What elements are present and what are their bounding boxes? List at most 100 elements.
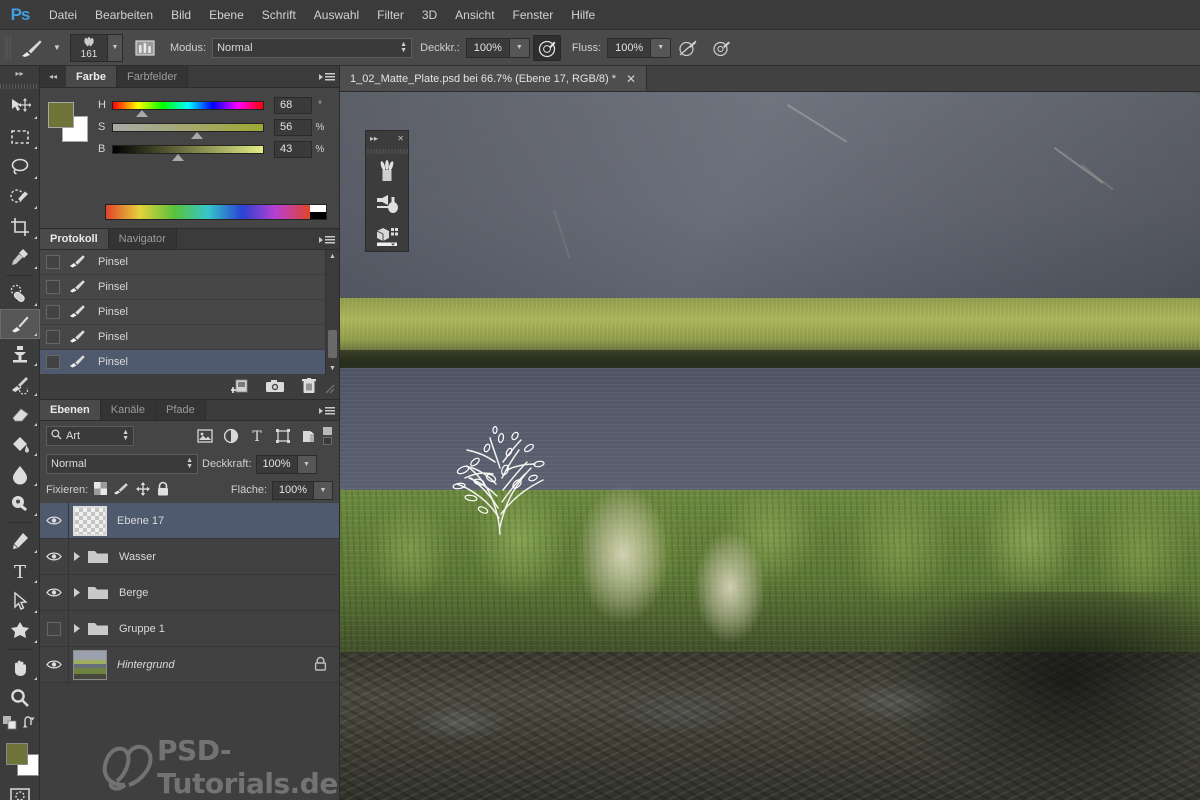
layer-visibility-toggle[interactable] [40, 659, 68, 670]
opacity-value[interactable]: 100% [465, 37, 510, 58]
tool-type[interactable]: T [0, 556, 40, 586]
panel-resize-grip-icon[interactable] [325, 384, 335, 397]
flow-dropdown-arrow-icon[interactable]: ▼ [651, 37, 672, 58]
history-item[interactable]: Pinsel [40, 350, 339, 375]
layer-visibility-toggle[interactable] [40, 515, 68, 526]
hue-slider-track[interactable] [112, 100, 264, 117]
tool-quick-selection[interactable] [0, 182, 40, 212]
tool-paint-bucket[interactable] [0, 429, 40, 459]
airbrush-toggle-button[interactable] [674, 35, 702, 61]
menu-fenster[interactable]: Fenster [504, 0, 563, 30]
image-canvas[interactable]: ▸▸ ✕ [340, 92, 1200, 800]
layer-fill-value[interactable]: 100% [272, 480, 314, 500]
history-scrollbar-thumb[interactable] [328, 330, 337, 358]
menu-filter[interactable]: Filter [368, 0, 413, 30]
history-item[interactable]: Pinsel [40, 250, 339, 275]
history-panel-menu-button[interactable] [319, 229, 335, 251]
history-list[interactable]: Pinsel Pinsel Pinsel Pinsel Pinsel ▲ ▼ [40, 250, 339, 375]
tool-crop[interactable] [0, 212, 40, 242]
layer-name[interactable]: Ebene 17 [117, 515, 164, 527]
history-item[interactable]: Pinsel [40, 275, 339, 300]
foreground-color-swatch[interactable] [6, 743, 28, 765]
menu-bild[interactable]: Bild [162, 0, 200, 30]
tab-pfade[interactable]: Pfade [156, 400, 206, 420]
tab-kanaele[interactable]: Kanäle [100, 400, 156, 420]
tool-healing-brush[interactable] [0, 279, 40, 309]
pressure-size-toggle-button[interactable] [708, 35, 736, 61]
layer-opacity-dropdown-arrow-icon[interactable]: ▼ [297, 454, 317, 474]
opacity-control[interactable]: 100% ▼ [465, 37, 530, 58]
brush-size-control[interactable]: 161 ▼ [70, 33, 123, 62]
document-tab[interactable]: 1_02_Matte_Plate.psd bei 66.7% (Ebene 17… [340, 66, 648, 91]
floating-panel-header[interactable]: ▸▸ ✕ [366, 131, 408, 146]
menu-ansicht[interactable]: Ansicht [446, 0, 503, 30]
history-scrollbar[interactable]: ▲ ▼ [325, 250, 339, 375]
layer-visibility-toggle[interactable] [40, 587, 68, 598]
3d-panel-button[interactable] [366, 220, 408, 252]
tab-farbfelder[interactable]: Farbfelder [116, 66, 189, 87]
brush-tool-indicator-icon[interactable] [14, 35, 50, 61]
menu-ebene[interactable]: Ebene [200, 0, 253, 30]
tool-pen[interactable] [0, 526, 40, 556]
layer-filter-toggle[interactable] [323, 425, 333, 447]
brush-panel-toggle-button[interactable] [131, 35, 159, 61]
group-expand-arrow-icon[interactable] [69, 588, 85, 597]
delete-state-button[interactable] [301, 377, 317, 397]
tool-dodge[interactable] [0, 489, 40, 519]
layer-opacity-value[interactable]: 100% [255, 454, 298, 474]
tool-history-brush[interactable] [0, 369, 40, 399]
brush-size-preview[interactable]: 161 [70, 33, 108, 62]
brightness-slider-track[interactable] [112, 144, 264, 161]
layer-filter-type-select[interactable]: Art ▲ ▼ [46, 426, 134, 446]
tool-blur[interactable] [0, 459, 40, 489]
hue-value[interactable]: 68 [274, 96, 312, 114]
tool-clone-stamp[interactable] [0, 339, 40, 369]
toolbar-collapse-button[interactable]: ▸▸ [0, 66, 39, 80]
tool-hand[interactable] [0, 653, 40, 683]
menu-bearbeiten[interactable]: Bearbeiten [86, 0, 162, 30]
lock-position-icon[interactable] [135, 481, 151, 500]
lock-image-pixels-icon[interactable] [113, 481, 130, 499]
saturation-value[interactable]: 56 [274, 118, 312, 136]
lock-all-icon[interactable] [156, 481, 170, 500]
floating-brush-panel[interactable]: ▸▸ ✕ [365, 130, 409, 252]
tool-custom-shape[interactable] [0, 616, 40, 646]
new-snapshot-button[interactable] [265, 378, 285, 397]
color-panel-foreground-swatch[interactable] [48, 102, 74, 128]
color-panel-menu-button[interactable] [319, 66, 335, 88]
tool-zoom[interactable] [0, 683, 40, 713]
layer-fill-dropdown-arrow-icon[interactable]: ▼ [314, 480, 333, 500]
menu-3d[interactable]: 3D [413, 0, 446, 30]
saturation-slider-track[interactable] [112, 122, 264, 139]
tool-path-selection[interactable] [0, 586, 40, 616]
history-item[interactable]: Pinsel [40, 325, 339, 350]
tool-eyedropper[interactable] [0, 242, 40, 272]
tab-navigator[interactable]: Navigator [108, 229, 177, 249]
filter-pixel-layers-icon[interactable] [193, 425, 217, 447]
layer-name[interactable]: Gruppe 1 [119, 623, 165, 635]
collapse-arrows-icon[interactable]: ▸▸ [370, 134, 378, 143]
menu-hilfe[interactable]: Hilfe [562, 0, 604, 30]
opacity-dropdown-arrow-icon[interactable]: ▼ [509, 37, 530, 58]
tool-lasso[interactable] [0, 152, 40, 182]
layer-row-berge[interactable]: Berge [40, 575, 339, 611]
hue-slider-thumb[interactable] [135, 109, 148, 117]
options-bar-grip[interactable] [4, 35, 12, 60]
menu-datei[interactable]: Datei [40, 0, 86, 30]
layer-row-hintergrund[interactable]: Hintergrund [40, 647, 339, 683]
layer-name[interactable]: Berge [119, 587, 148, 599]
quick-mask-button[interactable] [0, 783, 40, 800]
history-source-checkbox[interactable] [46, 305, 60, 319]
saturation-slider-thumb[interactable] [191, 131, 203, 139]
brush-presets-button[interactable] [366, 156, 408, 188]
layer-name[interactable]: Wasser [119, 551, 156, 563]
layer-name[interactable]: Hintergrund [117, 659, 174, 671]
flow-control[interactable]: 100% ▼ [607, 37, 672, 58]
tab-farbe[interactable]: Farbe [66, 66, 117, 87]
history-source-checkbox[interactable] [46, 355, 60, 369]
filter-shape-layers-icon[interactable] [271, 425, 295, 447]
filter-adjustment-layers-icon[interactable] [219, 425, 243, 447]
tool-brush[interactable] [0, 309, 40, 339]
layer-visibility-toggle[interactable] [40, 621, 68, 636]
layer-visibility-toggle[interactable] [40, 551, 68, 562]
